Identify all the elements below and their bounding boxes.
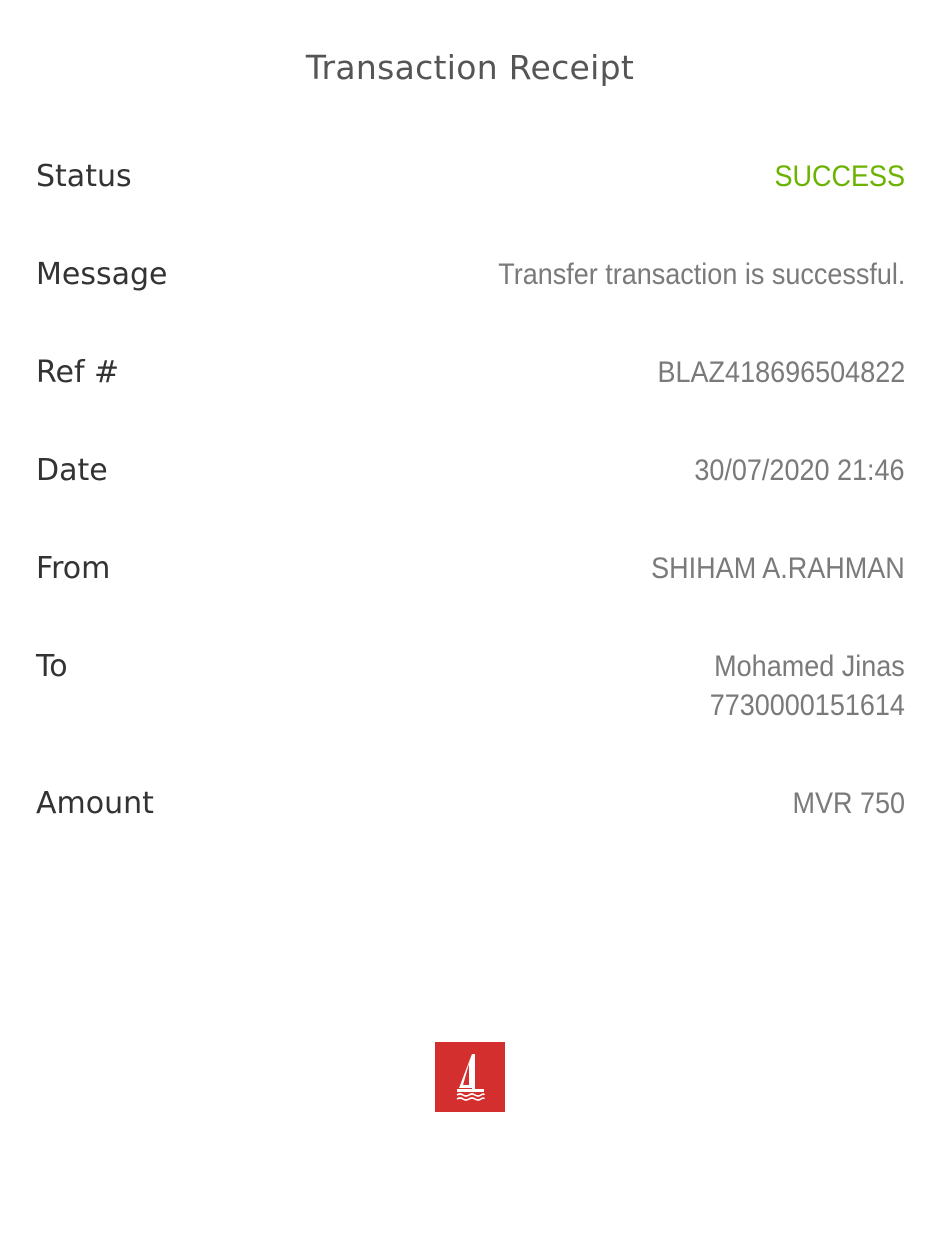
date-row: Date 30/07/2020 21:46 xyxy=(36,451,905,491)
message-value: Transfer transaction is successful. xyxy=(497,258,905,291)
sailboat-icon xyxy=(456,1054,485,1101)
message-row: Message Transfer transaction is successf… xyxy=(36,255,905,295)
amount-row: Amount MVR 750 xyxy=(36,784,905,824)
from-label: From xyxy=(36,551,111,586)
from-value: SHIHAM A.RAHMAN xyxy=(651,552,905,585)
ref-row: Ref # BLAZ418696504822 xyxy=(36,353,905,393)
amount-label: Amount xyxy=(36,786,154,821)
page-title: Transaction Receipt xyxy=(305,48,635,87)
amount-value: MVR 750 xyxy=(792,787,905,820)
status-row: Status SUCCESS xyxy=(36,157,905,197)
message-label: Message xyxy=(36,257,168,292)
to-value: Mohamed Jinas 7730000151614 xyxy=(688,647,905,725)
ref-value: BLAZ418696504822 xyxy=(657,356,905,389)
to-name: Mohamed Jinas xyxy=(714,650,905,683)
to-label: To xyxy=(36,649,68,684)
date-label: Date xyxy=(36,453,108,488)
bank-logo xyxy=(435,1042,505,1112)
date-value: 30/07/2020 21:46 xyxy=(694,454,905,487)
ref-label: Ref # xyxy=(36,355,120,390)
status-label: Status xyxy=(36,159,132,194)
status-value: SUCCESS xyxy=(774,160,905,193)
to-row: To Mohamed Jinas 7730000151614 xyxy=(36,647,905,725)
to-account: 7730000151614 xyxy=(709,689,905,722)
from-row: From SHIHAM A.RAHMAN xyxy=(36,549,905,589)
